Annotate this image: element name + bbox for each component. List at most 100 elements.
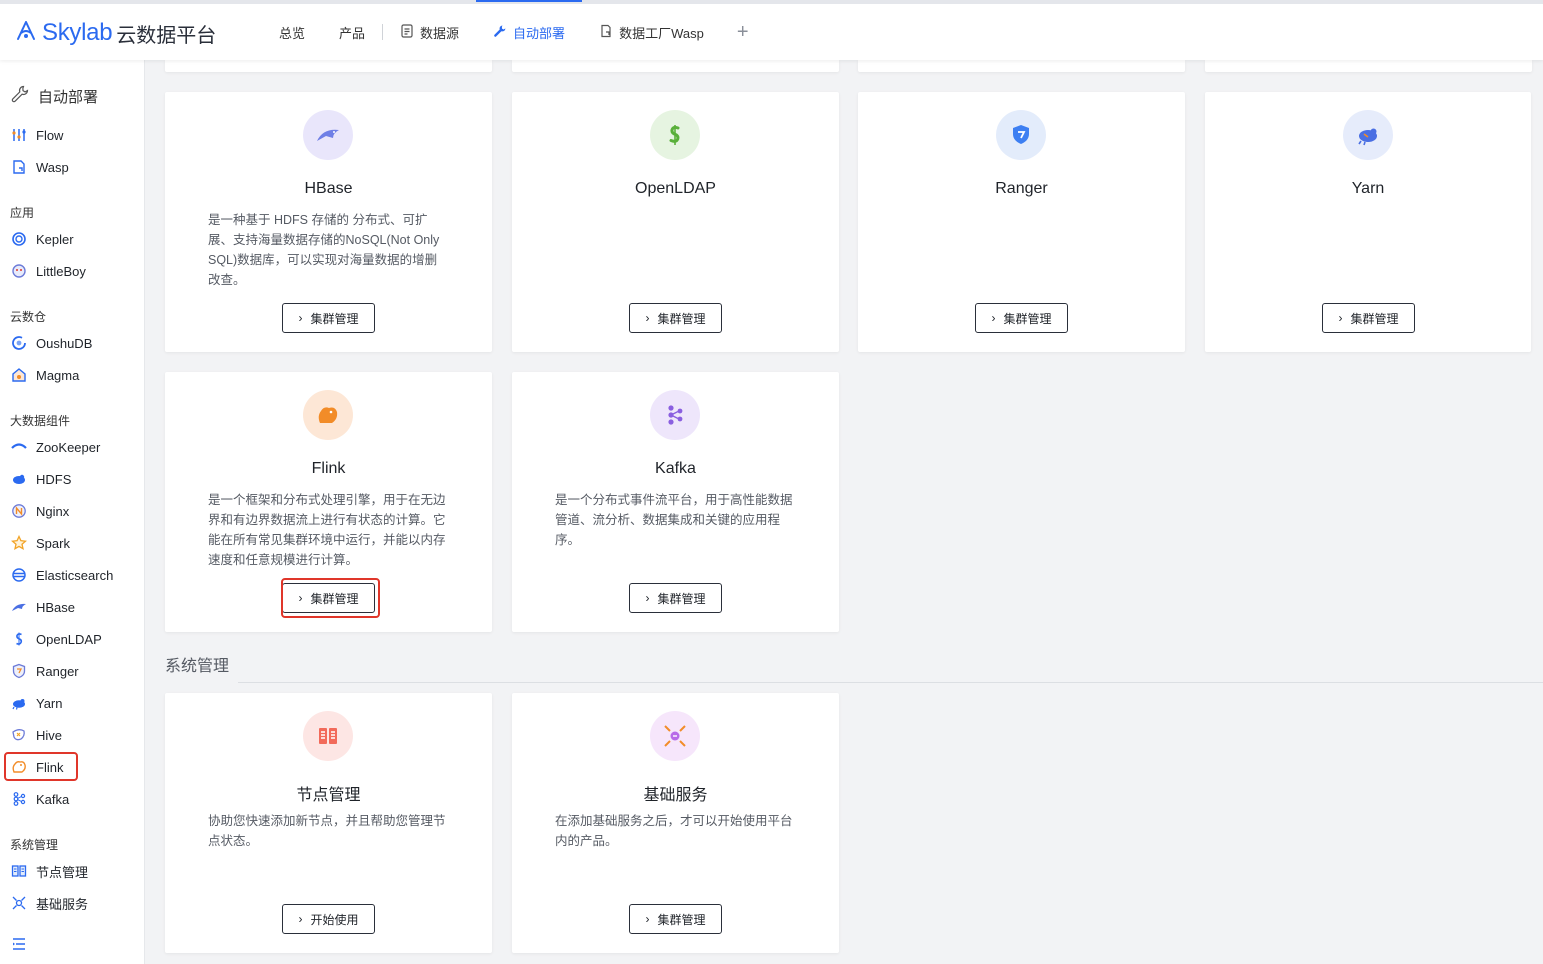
sidebar-item-base-service[interactable]: 基础服务 bbox=[10, 891, 88, 915]
card-description: 协助您快速添加新节点，并且帮助您管理节点状态。 bbox=[208, 814, 446, 848]
sidebar-item-hdfs[interactable]: HDFS bbox=[10, 467, 71, 491]
card-hbase: HBase 是一种基于 HDFS 存储的 分布式、可扩展、支持海量数据存储的No… bbox=[165, 92, 492, 352]
add-tab-button[interactable]: + bbox=[721, 21, 765, 44]
collapse-sidebar-button[interactable] bbox=[10, 932, 28, 956]
nav-label: 产品 bbox=[339, 25, 366, 41]
card-node-management: 节点管理 协助您快速添加新节点，并且帮助您管理节点状态。 › 开始使用 bbox=[165, 693, 492, 953]
sidebar-item-oushudb[interactable]: OushuDB bbox=[10, 331, 92, 355]
sidebar-item-magma[interactable]: Magma bbox=[10, 363, 79, 387]
chevron-right-icon: › bbox=[298, 912, 303, 926]
card-stub bbox=[165, 60, 492, 72]
sidebar-item-label: Flow bbox=[36, 127, 64, 143]
sidebar-item-label: 基础服务 bbox=[36, 896, 89, 912]
button-label: 集群管理 bbox=[657, 311, 706, 326]
logo[interactable]: Skylab 云数据平台 bbox=[14, 16, 216, 50]
section-title-system: 系统管理 bbox=[165, 658, 230, 675]
sidebar-item-nginx[interactable]: Nginx bbox=[10, 499, 69, 523]
top-nav-bar: Skylab 云数据平台 总览 产品 数据源 自动部署 数据工厂Wasp + bbox=[0, 0, 1543, 60]
button-label: 集群管理 bbox=[310, 311, 359, 326]
card-kafka: Kafka 是一个分布式事件流平台，用于高性能数据管道、流分析、数据集成和关键的… bbox=[512, 372, 839, 632]
sidebar-item-elasticsearch[interactable]: Elasticsearch bbox=[10, 563, 113, 587]
start-using-button[interactable]: › 开始使用 bbox=[282, 904, 375, 934]
card-openldap: OpenLDAP › 集群管理 bbox=[512, 92, 839, 352]
sidebar-item-label: Magma bbox=[36, 367, 80, 383]
openldap-icon bbox=[10, 630, 28, 648]
base-service-icon bbox=[650, 711, 700, 761]
chevron-right-icon: › bbox=[645, 311, 650, 325]
main-nav: 总览 产品 数据源 自动部署 数据工厂Wasp + bbox=[262, 0, 765, 60]
card-title: Flink bbox=[311, 460, 346, 477]
card-stub bbox=[1205, 60, 1532, 72]
sidebar-item-yarn[interactable]: Yarn bbox=[10, 691, 63, 715]
cluster-management-button[interactable]: › 集群管理 bbox=[629, 303, 722, 333]
nav-label: 总览 bbox=[279, 25, 306, 41]
card-ranger: Ranger › 集群管理 bbox=[858, 92, 1185, 352]
node-icon bbox=[303, 711, 353, 761]
sidebar-item-flow[interactable]: Flow bbox=[10, 123, 63, 147]
card-yarn: Yarn › 集群管理 bbox=[1205, 92, 1531, 352]
magma-icon bbox=[10, 366, 28, 384]
wrench-icon bbox=[493, 24, 507, 41]
brand-name: Skylab bbox=[42, 19, 113, 46]
sidebar-item-spark[interactable]: Spark bbox=[10, 531, 70, 555]
sidebar-item-littleboy[interactable]: LittleBoy bbox=[10, 259, 86, 283]
cluster-management-button[interactable]: › 集群管理 bbox=[1322, 303, 1415, 333]
sidebar-item-label: Hive bbox=[36, 727, 63, 743]
sidebar-item-kepler[interactable]: Kepler bbox=[10, 227, 74, 251]
sidebar-item-label: Nginx bbox=[36, 503, 70, 519]
sidebar-item-ranger[interactable]: Ranger bbox=[10, 659, 79, 683]
sidebar-title: 自动部署 bbox=[38, 88, 99, 106]
cluster-management-button[interactable]: › 集群管理 bbox=[629, 904, 722, 934]
nginx-icon bbox=[10, 502, 28, 520]
nav-auto-deploy[interactable]: 自动部署 bbox=[476, 0, 583, 60]
document-icon bbox=[400, 23, 414, 41]
ranger-icon bbox=[996, 110, 1046, 160]
littleboy-icon bbox=[10, 262, 28, 280]
card-stub bbox=[858, 60, 1185, 72]
sidebar-item-label: OpenLDAP bbox=[36, 631, 102, 647]
sidebar-item-label: OushuDB bbox=[36, 335, 93, 351]
sidebar-item-openldap[interactable]: OpenLDAP bbox=[10, 627, 102, 651]
nav-products[interactable]: 产品 bbox=[322, 4, 382, 60]
sidebar-item-hive[interactable]: Hive bbox=[10, 723, 62, 747]
zookeeper-icon bbox=[10, 438, 28, 456]
base-service-icon bbox=[10, 894, 28, 912]
card-title: 基础服务 bbox=[643, 787, 708, 804]
nav-label: 数据工厂Wasp bbox=[619, 25, 704, 41]
sidebar-item-label: HBase bbox=[36, 599, 76, 615]
sidebar-item-kafka[interactable]: Kafka bbox=[10, 787, 69, 811]
hdfs-icon bbox=[10, 470, 28, 488]
kafka-icon bbox=[650, 390, 700, 440]
oushudb-icon bbox=[10, 334, 28, 352]
cluster-management-button[interactable]: › 集群管理 bbox=[629, 583, 722, 613]
chevron-right-icon: › bbox=[298, 311, 303, 325]
sidebar-group-apps: 应用 bbox=[10, 206, 35, 220]
sidebar-group-bigdata: 大数据组件 bbox=[10, 414, 71, 428]
card-description: 是一种基于 HDFS 存储的 分布式、可扩展、支持海量数据存储的NoSQL(No… bbox=[208, 213, 440, 287]
cluster-management-button[interactable]: › 集群管理 bbox=[282, 303, 375, 333]
sidebar-item-zookeeper[interactable]: ZooKeeper bbox=[10, 435, 100, 459]
sidebar-item-label: Wasp bbox=[36, 159, 69, 175]
sidebar-item-label: 节点管理 bbox=[36, 864, 89, 880]
chevron-right-icon: › bbox=[645, 591, 650, 605]
yarn-icon bbox=[10, 694, 28, 712]
menu-collapse-icon bbox=[10, 935, 28, 953]
card-description: 是一个分布式事件流平台，用于高性能数据管道、流分析、数据集成和关键的应用程序。 bbox=[555, 493, 793, 547]
card-title: Yarn bbox=[1351, 180, 1385, 197]
nav-datasource[interactable]: 数据源 bbox=[383, 4, 476, 60]
openldap-icon bbox=[650, 110, 700, 160]
hbase-icon bbox=[303, 110, 353, 160]
sidebar-item-node-management[interactable]: 节点管理 bbox=[10, 859, 88, 883]
nav-overview[interactable]: 总览 bbox=[262, 4, 322, 60]
cluster-management-button[interactable]: › 集群管理 bbox=[975, 303, 1068, 333]
sidebar-item-label: Kafka bbox=[36, 791, 70, 807]
sidebar-item-wasp[interactable]: Wasp bbox=[10, 155, 69, 179]
elasticsearch-icon bbox=[10, 566, 28, 584]
sidebar-item-hbase[interactable]: HBase bbox=[10, 595, 75, 619]
nav-data-factory[interactable]: 数据工厂Wasp bbox=[582, 4, 721, 60]
sidebar: 自动部署 Flow Wasp 应用 Kepler LittleBoy 云数仓 O… bbox=[0, 60, 145, 964]
card-stub bbox=[512, 60, 839, 72]
sidebar-item-label: ZooKeeper bbox=[36, 439, 101, 455]
hive-icon bbox=[10, 726, 28, 744]
wasp-icon bbox=[10, 158, 28, 176]
